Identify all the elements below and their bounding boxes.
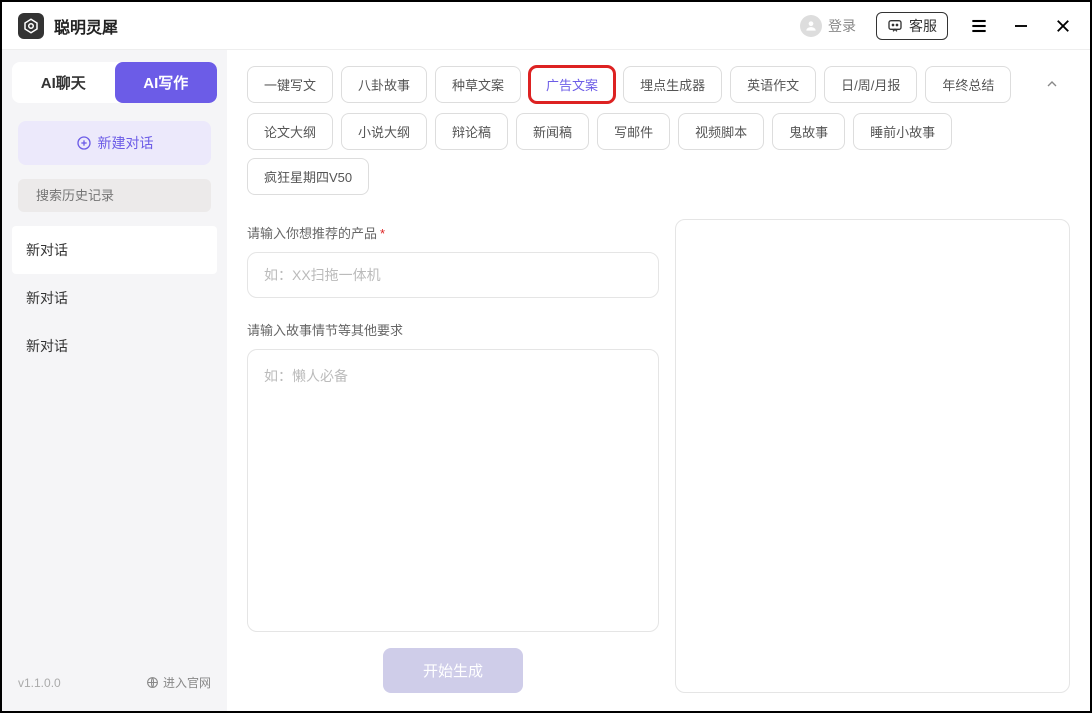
chevron-up-icon	[1044, 76, 1060, 92]
form-left: 请输入你想推荐的产品* 请输入故事情节等其他要求 开始生成	[247, 219, 659, 693]
category-pill[interactable]: 疯狂星期四V50	[247, 158, 369, 195]
collapse-toggle[interactable]	[1034, 66, 1070, 102]
requirement-label: 请输入故事情节等其他要求	[247, 320, 659, 339]
search-input[interactable]	[36, 188, 212, 203]
new-chat-label: 新建对话	[98, 133, 154, 153]
chat-icon	[887, 18, 903, 34]
tab-ai-write[interactable]: AI写作	[115, 62, 218, 103]
category-pill[interactable]: 写邮件	[597, 113, 670, 150]
titlebar-left: 聪明灵犀	[18, 13, 118, 39]
category-pill[interactable]: 论文大纲	[247, 113, 333, 150]
category-pill[interactable]: 一键写文	[247, 66, 333, 103]
category-row-2: 论文大纲小说大纲辩论稿新闻稿写邮件视频脚本鬼故事睡前小故事疯狂星期四V50	[247, 113, 1026, 195]
plus-circle-icon	[76, 135, 92, 151]
category-pill[interactable]: 睡前小故事	[853, 113, 952, 150]
category-pill[interactable]: 鬼故事	[772, 113, 845, 150]
globe-icon	[146, 676, 159, 689]
product-input[interactable]	[247, 252, 659, 298]
category-pill[interactable]: 日/周/月报	[824, 66, 917, 103]
category-pill[interactable]: 埋点生成器	[623, 66, 722, 103]
product-label: 请输入你想推荐的产品*	[247, 223, 659, 242]
official-link[interactable]: 进入官网	[146, 674, 211, 691]
new-chat-button[interactable]: 新建对话	[18, 121, 211, 165]
search-box[interactable]	[18, 179, 211, 212]
main-area: AI聊天 AI写作 新建对话 新对话 新对话 新对话 v1.1.0.0 进入官网	[2, 50, 1090, 711]
support-button[interactable]: 客服	[876, 12, 948, 40]
content: 一键写文八卦故事种草文案广告文案埋点生成器英语作文日/周/月报年终总结 论文大纲…	[227, 50, 1090, 711]
login-label: 登录	[828, 16, 856, 36]
titlebar: 聪明灵犀 登录 客服	[2, 2, 1090, 50]
chat-item[interactable]: 新对话	[12, 226, 217, 274]
category-pill[interactable]: 种草文案	[435, 66, 521, 103]
output-panel	[675, 219, 1070, 693]
category-row-1: 一键写文八卦故事种草文案广告文案埋点生成器英语作文日/周/月报年终总结	[247, 66, 1026, 103]
avatar-icon	[800, 15, 822, 37]
chat-item[interactable]: 新对话	[12, 322, 217, 370]
version-label: v1.1.0.0	[18, 676, 61, 690]
category-pill[interactable]: 视频脚本	[678, 113, 764, 150]
titlebar-right: 登录 客服	[800, 12, 1074, 40]
category-pill[interactable]: 新闻稿	[516, 113, 589, 150]
sidebar: AI聊天 AI写作 新建对话 新对话 新对话 新对话 v1.1.0.0 进入官网	[2, 50, 227, 711]
category-area: 一键写文八卦故事种草文案广告文案埋点生成器英语作文日/周/月报年终总结 论文大纲…	[247, 66, 1070, 205]
official-label: 进入官网	[163, 674, 211, 691]
app-logo-icon	[18, 13, 44, 39]
category-pill[interactable]: 广告文案	[529, 66, 615, 103]
app-title: 聪明灵犀	[54, 14, 118, 38]
minimize-icon[interactable]	[1010, 15, 1032, 37]
support-label: 客服	[909, 16, 937, 36]
generate-button[interactable]: 开始生成	[383, 648, 523, 693]
chat-item[interactable]: 新对话	[12, 274, 217, 322]
tab-ai-chat[interactable]: AI聊天	[12, 62, 115, 103]
category-rows: 一键写文八卦故事种草文案广告文案埋点生成器英语作文日/周/月报年终总结 论文大纲…	[247, 66, 1026, 205]
category-pill[interactable]: 小说大纲	[341, 113, 427, 150]
category-pill[interactable]: 八卦故事	[341, 66, 427, 103]
chat-list: 新对话 新对话 新对话	[12, 226, 217, 666]
category-pill[interactable]: 年终总结	[925, 66, 1011, 103]
category-pill[interactable]: 英语作文	[730, 66, 816, 103]
login-button[interactable]: 登录	[800, 15, 856, 37]
sidebar-footer: v1.1.0.0 进入官网	[12, 666, 217, 699]
menu-icon[interactable]	[968, 15, 990, 37]
mode-tabs: AI聊天 AI写作	[12, 62, 217, 103]
requirement-textarea[interactable]	[247, 349, 659, 632]
close-icon[interactable]	[1052, 15, 1074, 37]
form-area: 请输入你想推荐的产品* 请输入故事情节等其他要求 开始生成	[247, 219, 1070, 693]
category-pill[interactable]: 辩论稿	[435, 113, 508, 150]
